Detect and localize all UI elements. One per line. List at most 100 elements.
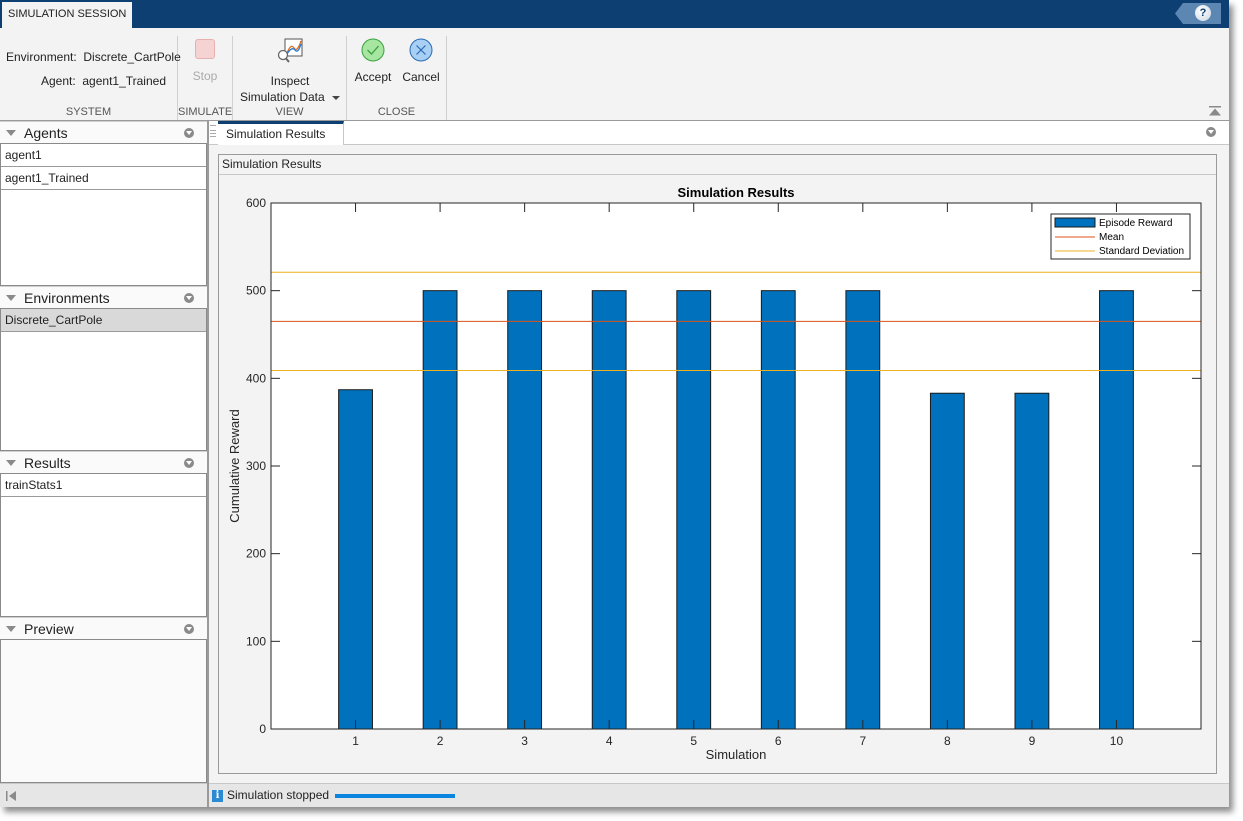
plot-area: [271, 203, 1201, 729]
agent-row: Agent: agent1_Trained: [41, 74, 166, 88]
stop-button[interactable]: Stop: [183, 39, 227, 83]
legend-swatch-episode-reward: [1054, 217, 1096, 228]
close-section: Accept Cancel CLOSE: [347, 36, 447, 120]
results-chart: 0 100 200 300 400 500 600 1 2 3 4 5 6 7 8 9 10 Simulation…: [227, 185, 1202, 762]
figure-panel: Simulation Results 0 100 200 300 400 500 600 1 2…: [218, 154, 1217, 774]
preview-area: [0, 639, 207, 783]
environment-row: Environment: Discrete_CartPole: [6, 50, 181, 64]
bar-6: [760, 290, 796, 730]
bar-7: [845, 290, 881, 730]
environments-panel-header[interactable]: Environments: [0, 286, 207, 308]
info-icon: i: [212, 790, 223, 802]
panel-menu-icon[interactable]: [184, 624, 194, 634]
list-item[interactable]: agent1: [1, 144, 206, 167]
inspect-simulation-data-button[interactable]: Inspect Simulation Data: [235, 38, 345, 105]
title-bar: SIMULATION SESSION ?: [0, 0, 1229, 28]
collapse-triangle-icon[interactable]: [6, 130, 16, 136]
bar-8: [929, 392, 965, 730]
preview-panel-title: Preview: [24, 621, 74, 637]
grip-icon[interactable]: [210, 125, 216, 137]
tab-simulation-results[interactable]: Simulation Results: [218, 121, 344, 145]
document-area: Simulation Results Simulation Results 0 1…: [209, 121, 1229, 783]
accept-label: Accept: [354, 70, 392, 84]
x-tick-label: 9: [1029, 734, 1036, 748]
y-tick-label: 0: [259, 722, 266, 736]
panel-menu-icon[interactable]: [184, 293, 194, 303]
preview-panel-header[interactable]: Preview: [0, 617, 207, 639]
stop-label: Stop: [192, 69, 218, 83]
bar-5: [676, 290, 712, 730]
x-tick-label: 2: [437, 734, 444, 748]
progress-fill: [335, 794, 455, 798]
system-section-label: SYSTEM: [65, 106, 112, 118]
agents-list: agent1 agent1_Trained: [0, 143, 207, 286]
agent-label: Agent:: [41, 74, 76, 88]
y-tick-label: 300: [246, 459, 266, 473]
panel-menu-icon[interactable]: [184, 128, 194, 138]
agents-panel-header[interactable]: Agents: [0, 121, 207, 143]
x-tick-label: 4: [606, 734, 613, 748]
help-button[interactable]: ?: [1175, 3, 1221, 24]
document-menu-icon[interactable]: [1206, 127, 1216, 137]
results-panel-header[interactable]: Results: [0, 451, 207, 473]
system-section: Environment: Discrete_CartPole Agent: ag…: [0, 36, 181, 120]
progress-bar: [335, 794, 455, 798]
collapse-toolstrip-icon[interactable]: [1209, 106, 1221, 116]
checkmark-icon: [361, 38, 385, 62]
bar-10: [1099, 290, 1134, 730]
collapse-panel-icon[interactable]: [5, 790, 17, 802]
y-tick-label: 400: [246, 371, 266, 385]
stop-icon: [195, 39, 215, 59]
status-bar: i Simulation stopped: [209, 783, 1229, 807]
x-tick-label: 10: [1110, 734, 1124, 748]
x-axis-label: Simulation: [706, 747, 767, 762]
bar-3: [507, 290, 543, 730]
simulate-section: Stop SIMULATE: [178, 36, 233, 120]
results-panel-title: Results: [24, 455, 71, 471]
collapse-triangle-icon[interactable]: [6, 295, 16, 301]
y-tick-label: 500: [246, 284, 266, 298]
legend-label-std: Standard Deviation: [1099, 246, 1184, 257]
cancel-label: Cancel: [402, 70, 440, 84]
tab-simulation-session[interactable]: SIMULATION SESSION: [2, 2, 133, 28]
document-tabbar: Simulation Results: [209, 121, 1229, 145]
cancel-button[interactable]: Cancel: [399, 38, 443, 84]
results-list: trainStats1: [0, 473, 207, 617]
list-item[interactable]: agent1_Trained: [1, 167, 206, 190]
legend-label-mean: Mean: [1099, 232, 1124, 243]
y-tick-label: 100: [246, 634, 266, 648]
dropdown-arrow-icon: [332, 95, 341, 100]
inspect-label-line2: Simulation Data: [239, 90, 325, 104]
x-tick-label: 5: [690, 734, 697, 748]
y-tick-label: 600: [246, 196, 266, 210]
left-panel-footer: [0, 783, 207, 807]
bar-4: [591, 290, 627, 730]
collapse-triangle-icon[interactable]: [6, 626, 16, 632]
legend-label-episode-reward: Episode Reward: [1099, 218, 1172, 229]
left-panel: Agents agent1 agent1_Trained Environment…: [0, 121, 207, 783]
environments-panel-title: Environments: [24, 290, 110, 306]
view-section-label: VIEW: [275, 106, 304, 118]
y-axis-label: Cumulative Reward: [227, 409, 242, 522]
list-item[interactable]: Discrete_CartPole: [1, 309, 206, 332]
panel-menu-icon[interactable]: [184, 458, 194, 468]
environment-label: Environment:: [6, 50, 77, 64]
inspect-data-icon: [277, 38, 303, 63]
close-section-label: CLOSE: [377, 106, 416, 118]
collapse-triangle-icon[interactable]: [6, 460, 16, 466]
accept-button[interactable]: Accept: [352, 38, 394, 84]
toolstrip: Environment: Discrete_CartPole Agent: ag…: [0, 28, 1229, 121]
y-tick-label: 200: [246, 547, 266, 561]
status-text: Simulation stopped: [227, 788, 330, 802]
agent-value: agent1_Trained: [82, 74, 166, 88]
list-item[interactable]: trainStats1: [1, 474, 206, 497]
environments-list: Discrete_CartPole: [0, 308, 207, 451]
environment-value: Discrete_CartPole: [83, 50, 181, 64]
x-tick-label: 1: [352, 734, 359, 748]
chart-title: Simulation Results: [677, 185, 794, 200]
x-tick-label: 7: [859, 734, 866, 748]
help-icon: ?: [1195, 5, 1211, 21]
inspect-label-line1: Inspect: [270, 74, 310, 88]
simulate-section-label: SIMULATE: [178, 106, 233, 118]
bar-1: [338, 389, 373, 730]
